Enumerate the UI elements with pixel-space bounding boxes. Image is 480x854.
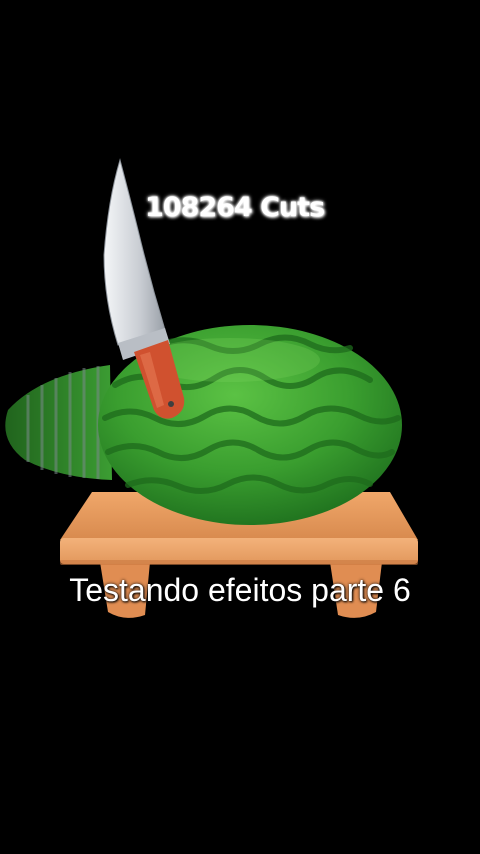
game-screen[interactable]: 108264 Cuts Testando efeitos parte 6 [0,0,480,854]
watermelon-slice-icon [5,365,113,480]
video-caption: Testando efeitos parte 6 [69,572,411,608]
cut-counter: 108264 Cuts [145,192,325,223]
game-scene[interactable] [0,0,480,854]
